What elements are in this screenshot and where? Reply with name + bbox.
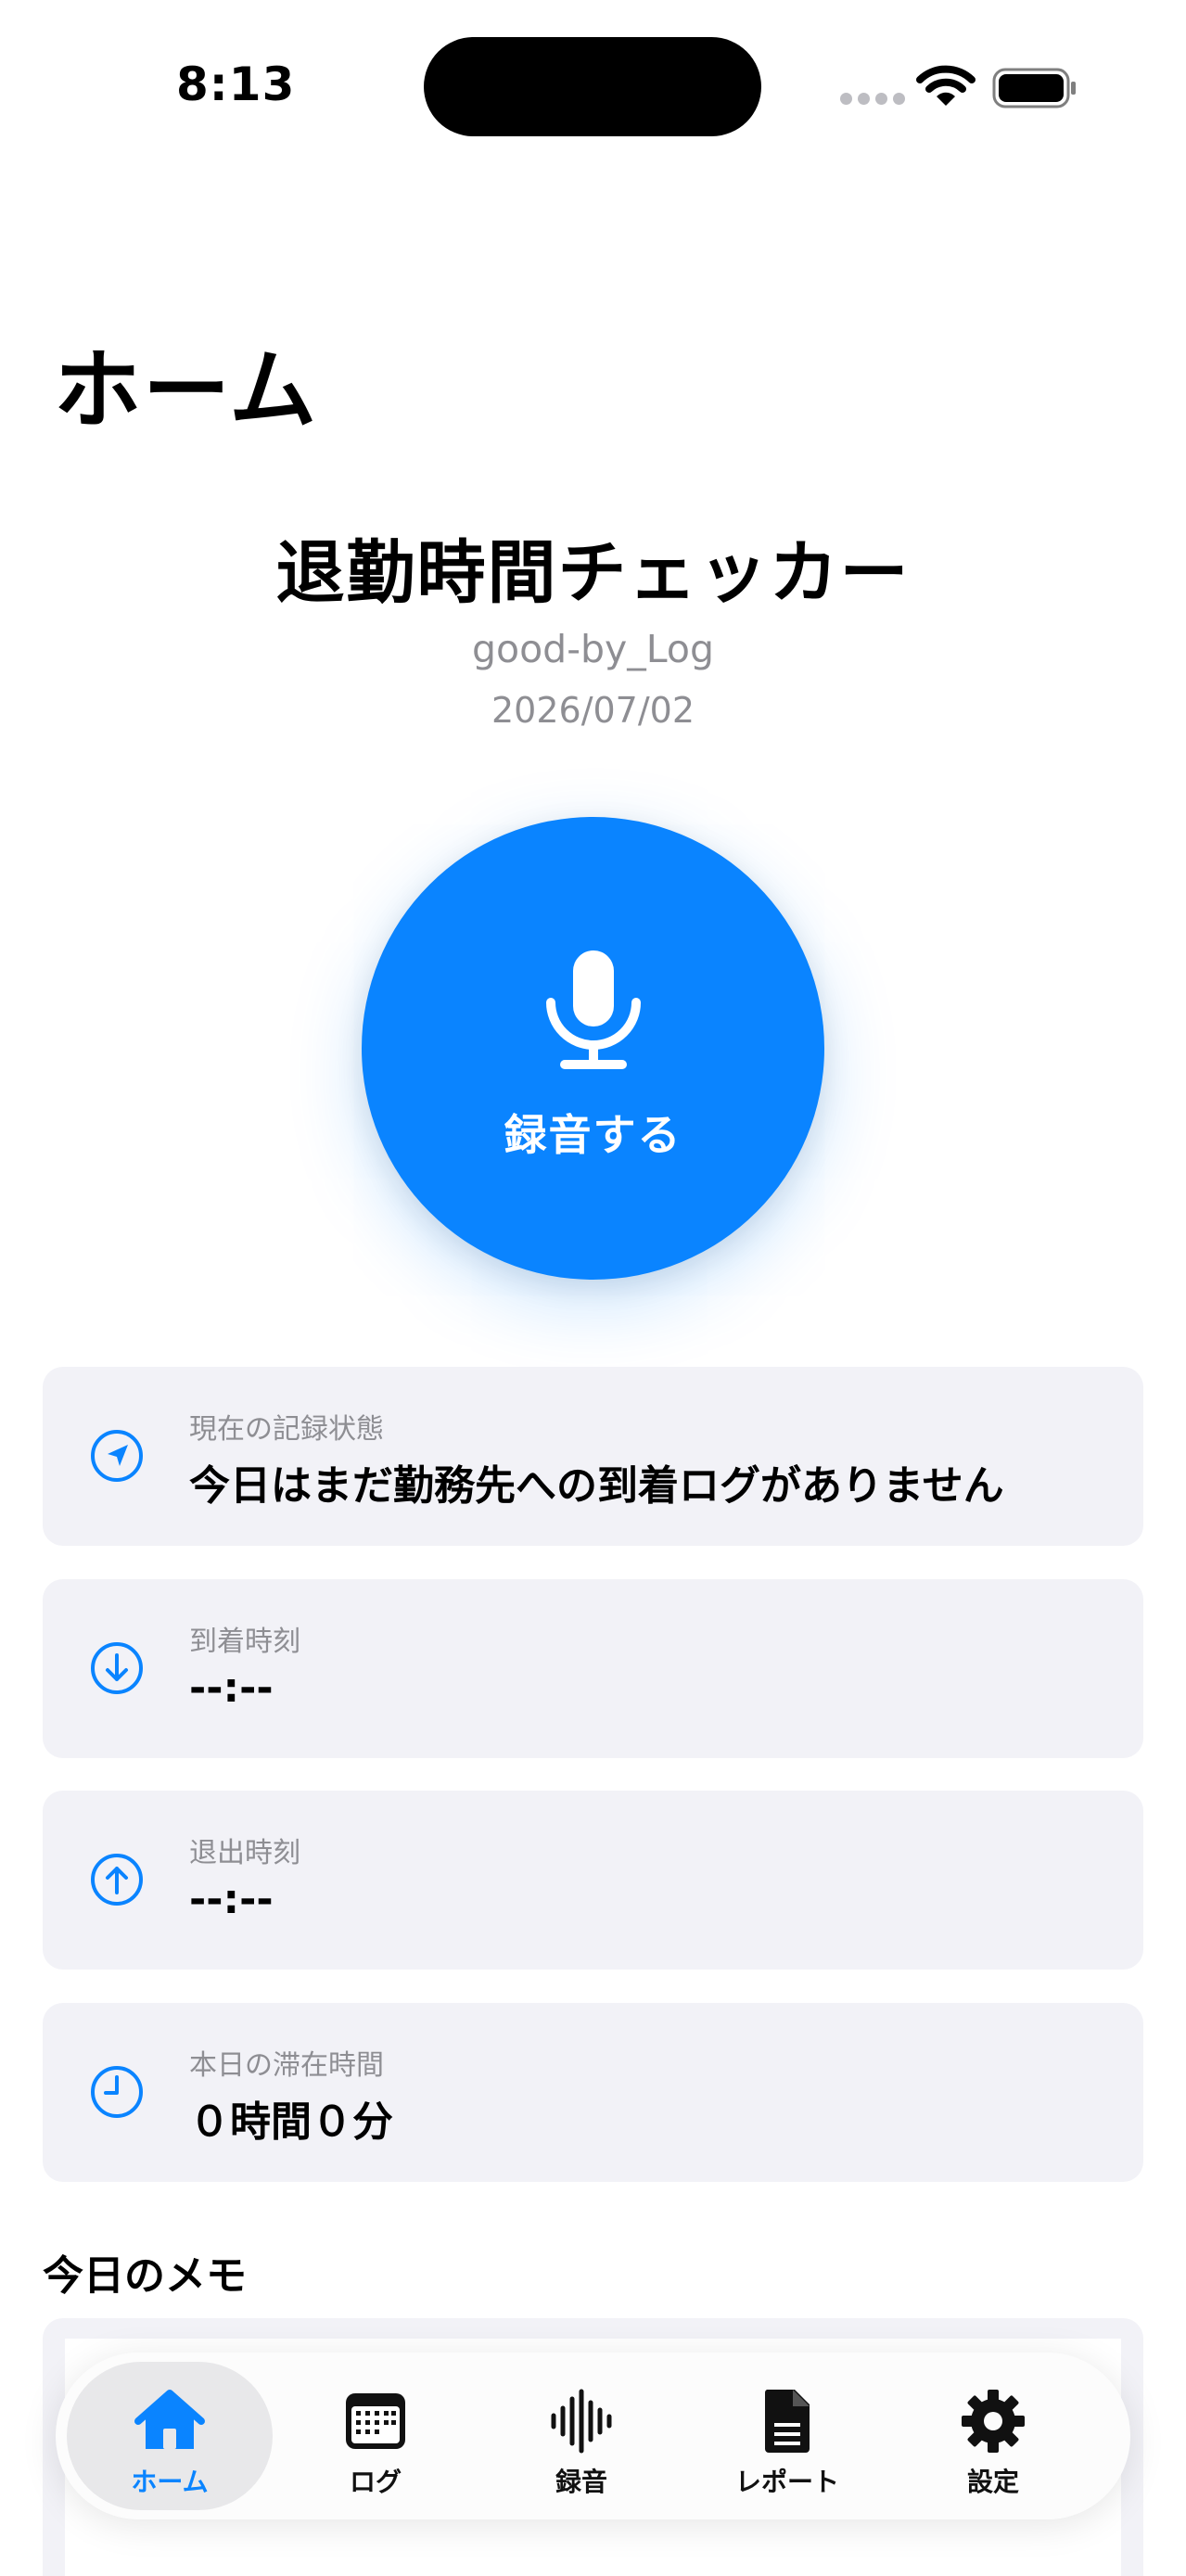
location-arrow-icon (91, 1430, 143, 1482)
calendar-icon (346, 2393, 405, 2449)
departure-time-card: 退出時刻 --:-- (43, 1791, 1143, 1970)
clock-icon (91, 2066, 143, 2118)
record-status-card: 現在の記録状態 今日はまだ勤務先への到着ログがありません (43, 1367, 1143, 1546)
card-value: --:-- (189, 1664, 274, 1712)
waveform-icon (551, 2389, 612, 2454)
microphone-icon (546, 950, 641, 1069)
cellular-signal-icon (840, 93, 905, 105)
card-value: --:-- (189, 1876, 274, 1923)
card-label: 到着時刻 (189, 1626, 300, 1658)
gear-icon (962, 2390, 1025, 2453)
arrow-up-circle-icon (91, 1854, 143, 1906)
home-screen: 8:13 ホーム 退勤時間チェッカー good-by_Log 2026/07/0… (0, 0, 1186, 2576)
page-title: ホーム (54, 340, 319, 441)
document-icon (764, 2390, 810, 2453)
dynamic-island (424, 37, 761, 136)
current-date: 2026/07/02 (491, 690, 695, 731)
arrow-down-circle-icon (91, 1642, 143, 1694)
stay-duration-card: 本日の滞在時間 ０時間０分 (43, 2003, 1143, 2182)
tab-label: 録音 (555, 2467, 607, 2497)
tab-label: ログ (349, 2467, 402, 2497)
tab-home[interactable]: ホーム (67, 2362, 273, 2510)
tab-label: ホーム (131, 2467, 209, 2497)
arrival-time-card: 到着時刻 --:-- (43, 1579, 1143, 1758)
tab-log[interactable]: ログ (273, 2362, 478, 2510)
card-value: ０時間０分 (189, 2098, 393, 2146)
tab-settings[interactable]: 設定 (890, 2362, 1096, 2510)
record-button[interactable]: 録音する (362, 817, 824, 1280)
tab-label: レポート (734, 2467, 839, 2497)
memo-heading: 今日のメモ (43, 2252, 247, 2300)
battery-icon (992, 68, 1076, 108)
status-time: 8:13 (176, 57, 296, 111)
card-label: 本日の滞在時間 (189, 2049, 384, 2082)
app-title: 退勤時間チェッカー (275, 533, 911, 613)
wifi-icon (916, 65, 976, 106)
card-label: 退出時刻 (189, 1837, 300, 1869)
tab-bar: ホーム ログ 録音 レポート 設定 (56, 2353, 1130, 2519)
tab-label: 設定 (966, 2467, 1019, 2497)
record-button-label: 録音する (504, 1110, 682, 1160)
house-icon (134, 2390, 205, 2449)
card-value: 今日はまだ勤務先への到着ログがありません (189, 1462, 1004, 1510)
app-subtitle: good-by_Log (471, 627, 715, 671)
tab-record[interactable]: 録音 (478, 2362, 684, 2510)
card-label: 現在の記録状態 (189, 1413, 384, 1446)
tab-report[interactable]: レポート (684, 2362, 890, 2510)
